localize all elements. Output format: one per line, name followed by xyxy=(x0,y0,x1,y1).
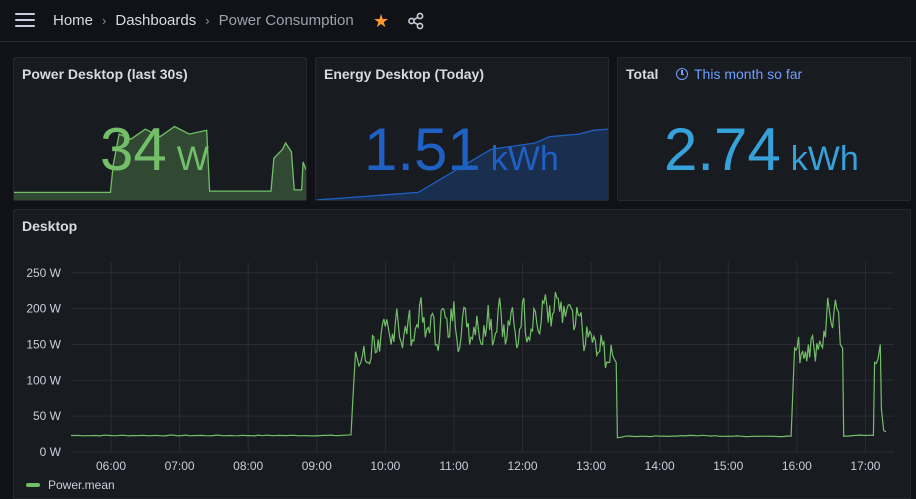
total-value: 2.74 kWh xyxy=(664,120,859,180)
x-tick-label: 08:00 xyxy=(233,459,263,473)
breadcrumb-home[interactable]: Home xyxy=(53,12,93,29)
stat-number: 2.74 xyxy=(664,116,781,183)
breadcrumb-separator: › xyxy=(205,13,210,28)
x-tick-label: 09:00 xyxy=(302,459,332,473)
x-tick-label: 07:00 xyxy=(165,459,195,473)
share-icon[interactable] xyxy=(407,12,425,30)
chart-grid xyxy=(71,262,894,453)
stat-unit: kWh xyxy=(790,140,859,178)
y-tick-label: 50 W xyxy=(33,409,62,423)
x-tick-label: 17:00 xyxy=(850,459,880,473)
y-tick-label: 100 W xyxy=(26,373,61,387)
y-tick-label: 0 W xyxy=(40,445,62,459)
y-axis: 0 W 50 W 100 W 150 W 200 W 250 W xyxy=(26,266,61,459)
clock-icon xyxy=(676,68,688,80)
hamburger-menu-icon[interactable] xyxy=(15,13,35,29)
legend-label: Power.mean xyxy=(48,478,115,492)
x-tick-label: 14:00 xyxy=(645,459,675,473)
panel-power-desktop[interactable]: Power Desktop (last 30s) 34 W xyxy=(13,57,307,201)
breadcrumb-current-page: Power Consumption xyxy=(218,12,354,29)
legend-swatch xyxy=(26,483,40,487)
panel-energy-desktop[interactable]: Energy Desktop (Today) 1.51 kWh xyxy=(315,57,609,201)
stat-unit: W xyxy=(176,140,209,178)
top-bar: Home › Dashboards › Power Consumption ★ xyxy=(0,0,916,42)
panel-title: Power Desktop (last 30s) xyxy=(22,66,188,82)
chart-legend[interactable]: Power.mean xyxy=(26,478,115,492)
y-tick-label: 250 W xyxy=(26,266,61,280)
x-axis: 06:00 07:00 08:00 09:00 10:00 11:00 12:00 13:00… xyxy=(96,459,881,473)
x-tick-label: 15:00 xyxy=(713,459,743,473)
x-tick-label: 12:00 xyxy=(507,459,537,473)
desktop-chart: 0 W 50 W 100 W 150 W 200 W 250 W 06:00 07:00 08… xyxy=(26,262,894,473)
stat-unit: kWh xyxy=(490,140,559,178)
x-tick-label: 13:00 xyxy=(576,459,606,473)
y-tick-label: 150 W xyxy=(26,337,61,351)
breadcrumb: Home › Dashboards › Power Consumption xyxy=(53,12,354,29)
panel-title: Total xyxy=(626,66,659,82)
x-tick-label: 06:00 xyxy=(96,459,126,473)
panel-total[interactable]: Total This month so far 2.74 kWh xyxy=(617,57,911,201)
stat-number: 1.51 xyxy=(364,116,481,183)
star-icon[interactable]: ★ xyxy=(373,12,389,30)
time-range-label: This month so far xyxy=(694,66,803,82)
y-tick-label: 200 W xyxy=(26,302,61,316)
x-tick-label: 16:00 xyxy=(782,459,812,473)
breadcrumb-separator: › xyxy=(102,13,107,28)
panel-title: Energy Desktop (Today) xyxy=(324,66,484,82)
stat-number: 34 xyxy=(100,116,167,183)
panel-desktop-timeseries[interactable]: Desktop 0 W 50 W 100 W 150 W 200 W 250 W 06:0… xyxy=(13,209,911,499)
x-tick-label: 10:00 xyxy=(370,459,400,473)
power-value: 34 W xyxy=(100,120,209,180)
time-range-info: This month so far xyxy=(676,66,802,82)
energy-value: 1.51 kWh xyxy=(364,120,559,180)
x-tick-label: 11:00 xyxy=(439,459,468,473)
breadcrumb-dashboards[interactable]: Dashboards xyxy=(115,12,196,29)
